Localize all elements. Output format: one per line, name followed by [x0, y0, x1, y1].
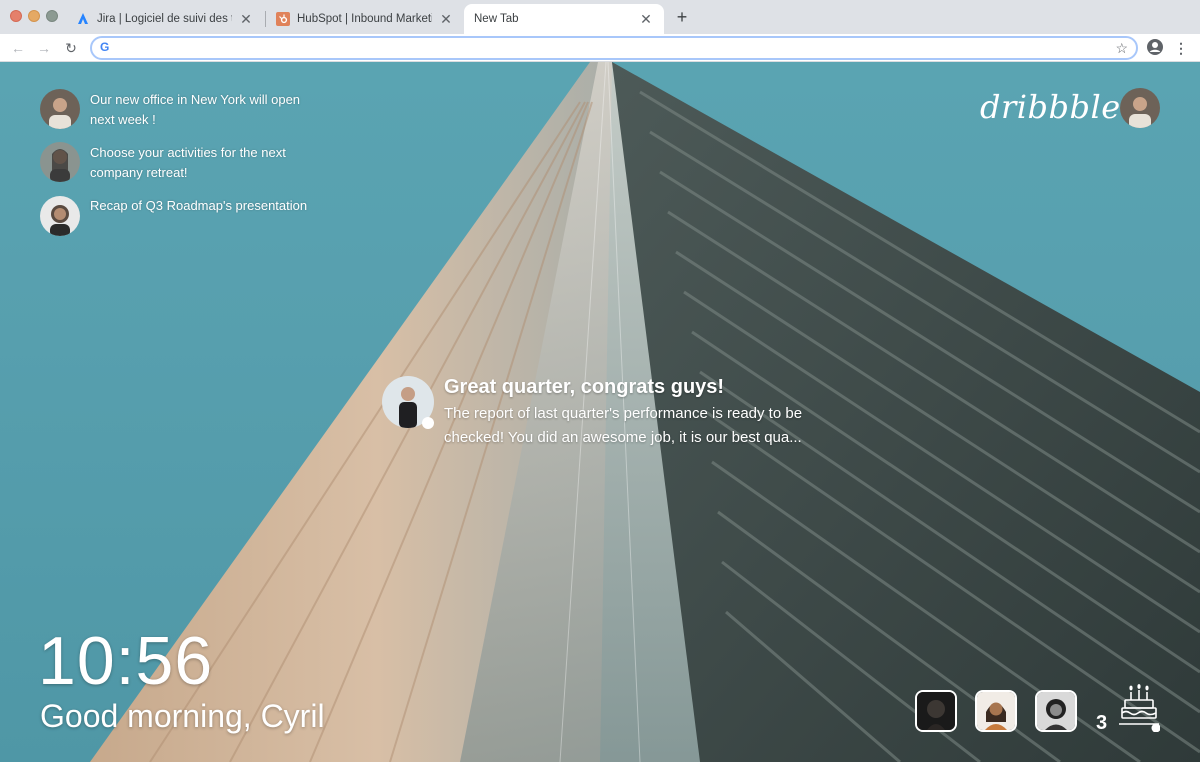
news-item-text[interactable]: Our new office in New York will open nex…	[90, 90, 320, 130]
window-minimize-button[interactable]	[28, 10, 40, 22]
news-item-text[interactable]: Recap of Q3 Roadmap's presentation	[90, 196, 320, 216]
news-avatar[interactable]	[40, 196, 80, 236]
new-tab-button[interactable]: +	[672, 7, 692, 27]
address-bar[interactable]: G ☆	[90, 36, 1138, 60]
window-maximize-button[interactable]	[46, 10, 58, 22]
tab-hubspot[interactable]: HubSpot | Inbound Marketing, ✕	[266, 4, 464, 34]
dribbble-logo: dribbble	[980, 88, 1121, 126]
tab-close-icon[interactable]: ✕	[238, 11, 254, 27]
notification-body[interactable]: The report of last quarter's performance…	[444, 402, 834, 450]
clock-time: 10:56	[38, 623, 214, 699]
team-member-avatar[interactable]	[915, 690, 957, 732]
jira-icon	[76, 12, 90, 26]
team-member-avatar[interactable]	[1035, 690, 1077, 732]
birthday-count: 3	[1096, 712, 1108, 734]
back-arrow-icon[interactable]: ←	[8, 38, 28, 58]
google-icon: G	[100, 40, 110, 54]
birthday-cake-icon[interactable]	[1118, 684, 1161, 733]
forward-arrow-icon[interactable]: →	[34, 38, 54, 58]
tab-title: Jira | Logiciel de suivi des tick	[97, 13, 232, 25]
browser-tab-bar: Jira | Logiciel de suivi des tick ✕ HubS…	[0, 0, 1200, 34]
reload-icon[interactable]: ↻	[61, 38, 81, 58]
window-close-button[interactable]	[10, 10, 22, 22]
news-item-text[interactable]: Choose your activities for the next comp…	[90, 143, 320, 183]
address-input[interactable]	[118, 39, 1098, 57]
notification-title[interactable]: Great quarter, congrats guys!	[444, 376, 724, 399]
tab-title: HubSpot | Inbound Marketing,	[297, 13, 432, 25]
profile-icon[interactable]	[1146, 38, 1164, 56]
bookmark-star-icon[interactable]: ☆	[1115, 39, 1128, 57]
greeting-text: Good morning, Cyril	[40, 698, 325, 734]
news-avatar[interactable]	[40, 89, 80, 129]
tab-jira[interactable]: Jira | Logiciel de suivi des tick ✕	[66, 4, 264, 34]
tab-close-icon[interactable]: ✕	[438, 11, 454, 27]
tab-title: New Tab	[474, 13, 519, 25]
tab-close-icon[interactable]: ✕	[638, 11, 654, 27]
user-avatar[interactable]	[1120, 88, 1160, 128]
online-status-badge	[422, 417, 434, 429]
browser-toolbar: ← → ↻ G ☆ ⋮	[0, 34, 1200, 62]
more-menu-icon[interactable]: ⋮	[1172, 38, 1190, 58]
hubspot-icon	[276, 12, 290, 26]
tab-new-tab[interactable]: New Tab ✕	[464, 4, 664, 34]
news-avatar[interactable]	[40, 142, 80, 182]
new-tab-page: Our new office in New York will open nex…	[0, 62, 1200, 762]
team-member-avatar[interactable]	[975, 690, 1017, 732]
